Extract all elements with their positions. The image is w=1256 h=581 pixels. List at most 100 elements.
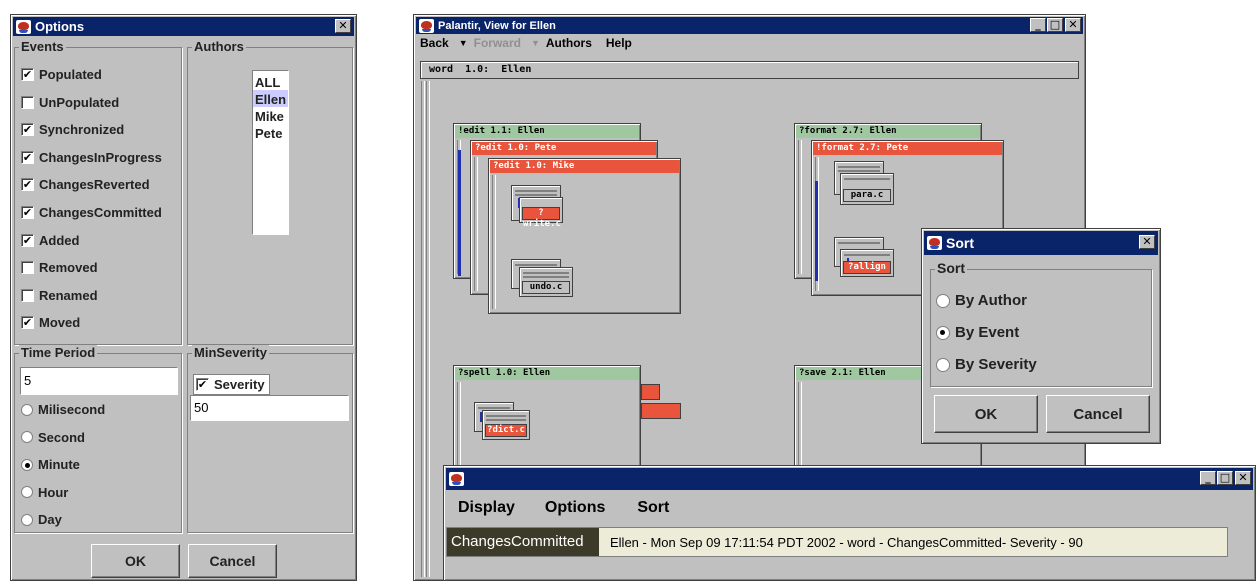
time-option-minute[interactable]: Minute xyxy=(21,457,80,472)
file-allign-label: ?allign xyxy=(843,261,891,274)
severity-checkbox[interactable]: ✔ Severity xyxy=(193,374,270,395)
sort-ok-button[interactable]: OK xyxy=(934,395,1038,433)
sort-titlebar[interactable]: Sort ✕ xyxy=(924,231,1158,255)
author-item-all[interactable]: ALL xyxy=(253,73,288,90)
options-titlebar[interactable]: Options ✕ xyxy=(13,17,354,36)
author-item-pete[interactable]: Pete xyxy=(253,124,288,141)
node-format-ellen-header: ?format 2.7: Ellen xyxy=(796,125,980,138)
node-spell-ellen-header: ?spell 1.0: Ellen xyxy=(455,367,639,380)
severity-field[interactable]: 50 xyxy=(190,395,349,421)
forward-arrow-icon: ▼ xyxy=(530,38,540,48)
options-ok-button[interactable]: OK xyxy=(91,544,180,578)
event-filter-label: ChangesCommitted xyxy=(39,205,162,220)
event-filter-changescommitted[interactable]: ✔ ChangesCommitted xyxy=(21,205,162,220)
time-option-label: Second xyxy=(38,429,85,445)
sort-option-by-event[interactable]: By Event xyxy=(936,324,1019,341)
rail xyxy=(474,157,478,291)
java-app-icon xyxy=(449,472,464,486)
event-filter-label: Synchronized xyxy=(39,122,125,138)
event-filter-label: Populated xyxy=(39,67,102,82)
radio-icon xyxy=(936,325,950,340)
menu-sort[interactable]: Sort xyxy=(637,499,669,517)
event-filter-label: ChangesReverted xyxy=(39,177,150,193)
event-filter-added[interactable]: ✔ Added xyxy=(21,233,79,248)
event-filter-unpopulated[interactable]: UnPopulated xyxy=(21,95,119,110)
options-cancel-button[interactable]: Cancel xyxy=(188,544,277,578)
java-app-icon xyxy=(419,18,434,33)
time-option-second[interactable]: Second xyxy=(21,430,85,445)
file-undo-label: undo.c xyxy=(522,281,570,294)
event-filter-renamed[interactable]: Renamed xyxy=(21,288,98,303)
event-filter-label: ChangesInProgress xyxy=(39,149,162,165)
sort-cancel-button[interactable]: Cancel xyxy=(1046,395,1150,433)
event-filter-moved[interactable]: ✔ Moved xyxy=(21,315,80,330)
checkbox-icon: ✔ xyxy=(21,178,34,192)
author-item-ellen[interactable]: Ellen xyxy=(253,90,288,107)
file-para[interactable]: para.c xyxy=(840,173,894,205)
time-option-hour[interactable]: Hour xyxy=(21,485,68,500)
sort-option-by-author[interactable]: By Author xyxy=(936,292,1027,309)
radio-icon xyxy=(21,486,33,498)
authors-list[interactable]: ALL Ellen Mike Pete xyxy=(252,70,289,235)
event-filter-synchronized[interactable]: ✔ Synchronized xyxy=(21,122,124,137)
time-option-label: Day xyxy=(38,512,62,527)
menu-display[interactable]: Display xyxy=(458,499,515,517)
file-write-label: ?write.c xyxy=(522,207,561,229)
sort-dialog: Sort ✕ Sort By Author By Event By Severity… xyxy=(921,228,1161,444)
time-period-field[interactable]: 5 xyxy=(20,367,178,395)
menu-options[interactable]: Options xyxy=(545,499,605,517)
file-undo[interactable]: undo.c xyxy=(519,267,573,297)
checkbox-icon xyxy=(21,95,34,109)
minimize-icon[interactable]: _ xyxy=(1030,18,1046,32)
event-filter-label: Removed xyxy=(39,260,98,276)
event-filter-changesreverted[interactable]: ✔ ChangesReverted xyxy=(21,177,150,192)
file-allign[interactable]: ?allign xyxy=(840,249,894,277)
node-edit-mike-header: ?edit 1.0: Mike xyxy=(490,160,679,173)
node-edit-pete-header: ?edit 1.0: Pete xyxy=(472,142,656,155)
options-window: Options ✕ Events ✔ Populated UnPopulated ✔ S… xyxy=(10,14,357,581)
options-title: Options xyxy=(35,19,85,34)
palantir-menubar: Back ▼ Forward ▼ Authors Help xyxy=(420,36,632,50)
authors-group-title: Authors xyxy=(192,39,246,54)
event-filter-label: UnPopulated xyxy=(39,94,120,110)
conflict-tab-1 xyxy=(641,384,660,400)
radio-icon xyxy=(21,458,33,471)
time-option-milisecond[interactable]: Milisecond xyxy=(21,402,105,417)
checkbox-icon xyxy=(21,288,34,302)
minimize-icon[interactable]: _ xyxy=(1200,471,1216,485)
menu-back[interactable]: Back xyxy=(420,36,449,50)
close-icon[interactable]: ✕ xyxy=(335,19,351,33)
events-titlebar[interactable]: _ □ ✕ xyxy=(446,468,1253,490)
radio-icon xyxy=(936,293,950,308)
event-filter-changesinprogress[interactable]: ✔ ChangesInProgress xyxy=(21,150,162,165)
event-filter-label: Moved xyxy=(39,315,81,331)
event-filter-removed[interactable]: Removed xyxy=(21,260,98,275)
file-dict[interactable]: ?dict.c xyxy=(482,410,530,440)
node-edit-mike[interactable]: ?edit 1.0: Mike ?write.c undo.c xyxy=(488,158,681,314)
event-filter-populated[interactable]: ✔ Populated xyxy=(21,67,102,82)
menu-authors[interactable]: Authors xyxy=(546,36,592,50)
close-icon[interactable]: ✕ xyxy=(1139,235,1155,249)
menu-forward[interactable]: Forward xyxy=(474,36,521,50)
menu-help[interactable]: Help xyxy=(606,36,632,50)
java-app-icon xyxy=(16,19,31,34)
time-option-day[interactable]: Day xyxy=(21,512,62,527)
author-item-mike[interactable]: Mike xyxy=(253,107,288,124)
close-icon[interactable]: ✕ xyxy=(1065,18,1081,32)
conflict-tab-2 xyxy=(641,403,681,419)
palantir-titlebar[interactable]: Palantir, View for Ellen _ □ ✕ xyxy=(416,17,1083,34)
min-severity-title: MinSeverity xyxy=(192,345,269,360)
maximize-icon[interactable]: □ xyxy=(1047,18,1063,32)
event-row[interactable]: ChangesCommitted Ellen - Mon Sep 09 17:1… xyxy=(446,527,1228,557)
root-artifact-header[interactable]: word 1.0: Ellen xyxy=(420,61,1079,79)
file-write-front[interactable]: ?write.c xyxy=(519,197,563,229)
sort-option-by-severity[interactable]: By Severity xyxy=(936,356,1037,373)
maximize-icon[interactable]: □ xyxy=(1217,471,1233,485)
time-option-label: Milisecond xyxy=(38,402,106,417)
event-filter-label: Added xyxy=(39,232,80,248)
checkbox-icon: ✔ xyxy=(21,233,34,247)
activity-bar xyxy=(815,181,818,281)
events-group-title: Events xyxy=(19,39,66,54)
event-type-badge: ChangesCommitted xyxy=(447,528,599,556)
close-icon[interactable]: ✕ xyxy=(1235,471,1251,485)
